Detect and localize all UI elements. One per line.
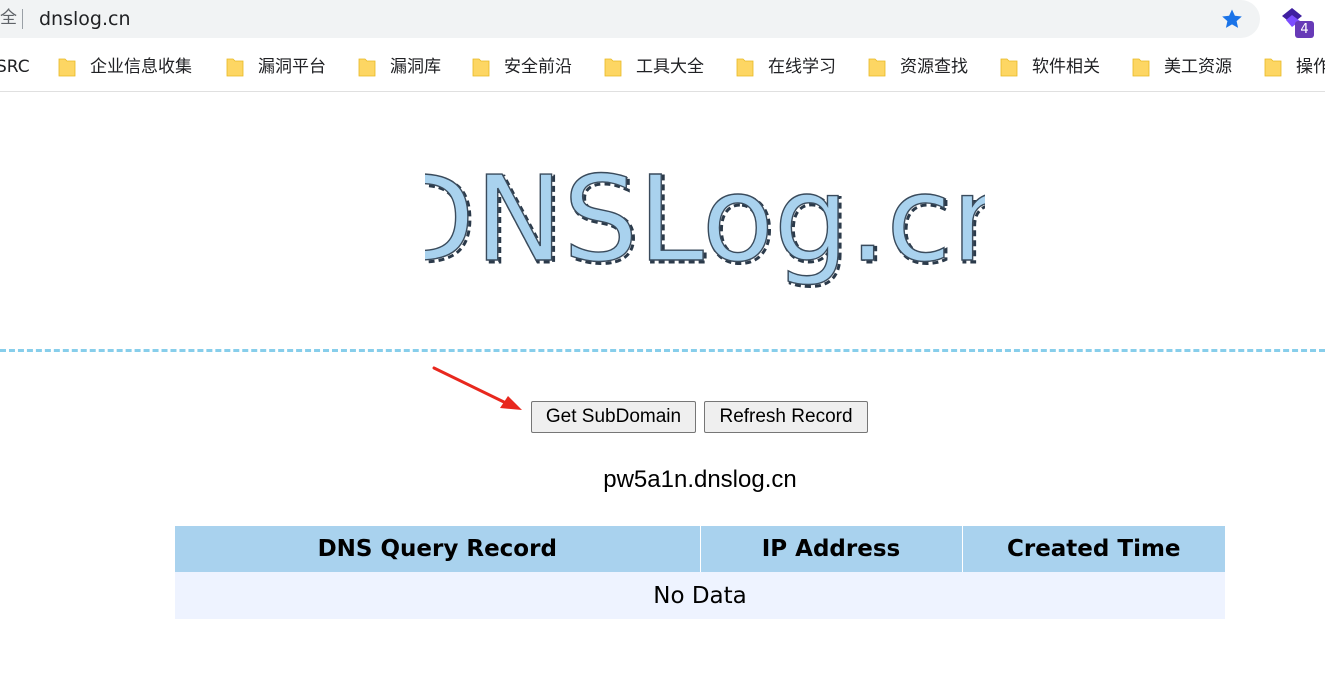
bookmark-label: 漏洞库 (390, 57, 441, 77)
bookmark-label: 软件相关 (1032, 57, 1100, 77)
bookmark-label: 资源查找 (900, 57, 968, 77)
bookmark-folder[interactable]: 漏洞平台 (226, 54, 326, 80)
column-header-dns-query: DNS Query Record (175, 526, 701, 572)
folder-icon (58, 58, 76, 77)
bookmark-folder[interactable]: 漏洞库 (358, 54, 441, 80)
folder-icon (1000, 58, 1018, 77)
bookmark-folder[interactable]: 企业信息收集 (58, 54, 192, 80)
subdomain-text: pw5a1n.dnslog.cn (603, 466, 797, 493)
get-subdomain-button[interactable]: Get SubDomain (531, 401, 696, 433)
folder-icon (736, 58, 754, 77)
column-header-created-time: Created Time (962, 526, 1225, 572)
bookmark-label: 漏洞平台 (258, 57, 326, 77)
refresh-record-button[interactable]: Refresh Record (704, 401, 868, 433)
folder-icon (1264, 58, 1282, 77)
bookmark-folder[interactable]: 软件相关 (1000, 54, 1100, 80)
folder-icon (604, 58, 622, 77)
bookmark-folder[interactable]: 在线学习 (736, 54, 836, 80)
folder-icon (226, 58, 244, 77)
bookmark-folder[interactable]: 操作 (1264, 54, 1325, 80)
bookmark-folder[interactable]: 资源查找 (868, 54, 968, 80)
table-header-row: DNS Query Record IP Address Created Time (175, 526, 1225, 572)
empty-data-cell: No Data (175, 572, 1225, 619)
bookmark-label: 安全前沿 (504, 57, 572, 77)
folder-icon (1132, 58, 1150, 77)
logo-text: DNSLog.cn (425, 160, 985, 288)
folder-icon (358, 58, 376, 77)
bookmark-folder[interactable]: 美工资源 (1132, 54, 1232, 80)
bookmark-label: 在线学习 (768, 57, 836, 77)
address-bar[interactable] (0, 0, 1260, 38)
bookmark-label: 工具大全 (636, 57, 704, 77)
column-header-ip-address: IP Address (700, 526, 963, 572)
bookmark-folder[interactable]: 安全前沿 (472, 54, 572, 80)
table-row: No Data (175, 572, 1225, 619)
address-separator (22, 9, 23, 29)
bookmark-folder[interactable]: 工具大全 (604, 54, 704, 80)
red-arrow-annotation (432, 366, 522, 410)
folder-icon (472, 58, 490, 77)
bookmark-star-icon[interactable] (1220, 7, 1244, 31)
security-indicator[interactable]: 全 (0, 7, 17, 29)
bookmark-label: SRC (0, 57, 30, 77)
browser-toolbar: 全 dnslog.cn 4 (0, 0, 1325, 40)
bookmark-label: 操作 (1296, 57, 1325, 77)
bookmark-label: 美工资源 (1164, 57, 1232, 77)
extension-badge: 4 (1295, 21, 1314, 38)
dnslog-logo: DNSLog.cn DNSLog.cn (425, 160, 985, 292)
folder-icon (868, 58, 886, 77)
bookmarks-bar: SRC 企业信息收集 漏洞平台 漏洞库 安全前沿 工具大全 在线学习 资源查找 … (0, 44, 1325, 92)
dashed-divider (0, 349, 1325, 352)
bookmark-label: 企业信息收集 (90, 57, 192, 77)
bookmark-src[interactable]: SRC (0, 54, 30, 80)
url-text[interactable]: dnslog.cn (39, 7, 131, 31)
dns-records-table: DNS Query Record IP Address Created Time… (175, 526, 1225, 619)
